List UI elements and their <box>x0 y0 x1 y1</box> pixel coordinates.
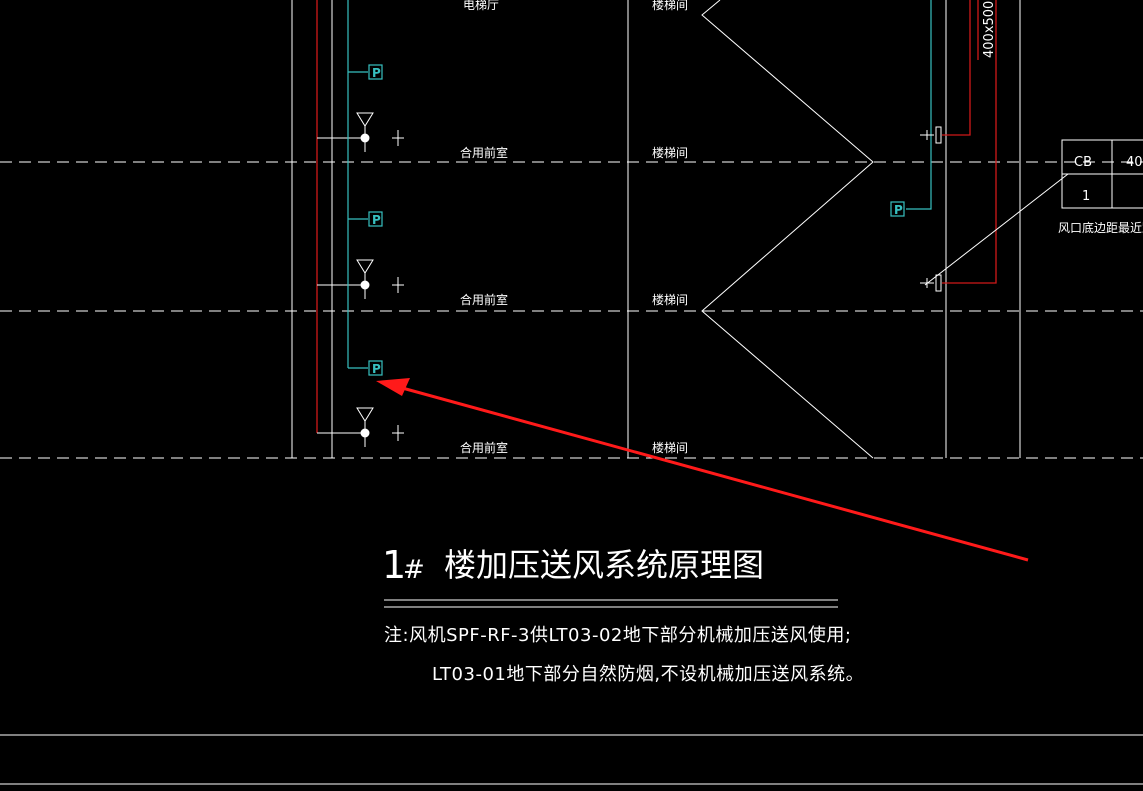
room-label-stairwell: 楼梯间 <box>652 440 688 455</box>
room-label-stairwell: 楼梯间 <box>652 0 688 12</box>
stair-zigzag <box>701 0 874 459</box>
annotation-arrow <box>376 378 1029 562</box>
note-line-1: 注:风机SPF-RF-3供LT03-02地下部分机械加压送风使用; <box>384 625 851 646</box>
air-outlet-icon[interactable] <box>920 274 942 292</box>
title-text: 楼加压送风系统原理图 <box>444 546 764 584</box>
system-diagram-canvas: P P P P 400x500 CB 40 1 风口底边距最近 电梯厅 楼梯间 … <box>0 0 1143 785</box>
room-label-shared-anteroom: 合用前室 <box>460 440 508 455</box>
table-header-left: CB <box>1074 155 1092 170</box>
title-hash: # <box>403 555 425 585</box>
pressure-sensor-icon[interactable]: P <box>368 360 383 376</box>
air-valve-icon[interactable] <box>356 112 404 152</box>
air-valve-icon[interactable] <box>356 407 404 447</box>
svg-text:P: P <box>894 203 903 217</box>
svg-text:P: P <box>372 213 381 227</box>
room-label-shared-anteroom: 合用前室 <box>460 292 508 307</box>
room-label-shared-anteroom: 合用前室 <box>460 145 508 160</box>
pressure-pipes <box>347 0 932 369</box>
room-label-stairwell: 楼梯间 <box>652 292 688 307</box>
floor-lines <box>0 161 1143 459</box>
frame-lines <box>0 734 1143 785</box>
air-valve-icon[interactable] <box>356 259 404 299</box>
room-labels: 电梯厅 楼梯间 合用前室 楼梯间 合用前室 楼梯间 合用前室 楼梯间 <box>460 0 688 455</box>
table-note: 风口底边距最近踏 <box>1058 220 1143 235</box>
air-outlets <box>356 112 404 447</box>
diagram-title: 1 # 楼加压送风系统原理图 <box>382 543 764 587</box>
table-row-left: 1 <box>1082 189 1090 204</box>
branch-lines <box>317 137 365 434</box>
room-label-stairwell: 楼梯间 <box>652 145 688 160</box>
pressure-sensor-icon[interactable]: P <box>368 64 383 80</box>
svg-text:P: P <box>372 66 381 80</box>
svg-text:P: P <box>372 362 381 376</box>
duct-size-label: 400x500 <box>982 1 997 58</box>
pressure-sensors: P P P P <box>368 64 905 376</box>
pressure-sensor-icon[interactable]: P <box>368 211 383 227</box>
note-line-2: LT03-01地下部分自然防烟,不设机械加压送风系统。 <box>432 664 864 685</box>
room-label-elevator-hall: 电梯厅 <box>463 0 499 12</box>
pressure-sensor-icon[interactable]: P <box>890 201 905 217</box>
table-header-right: 40 <box>1126 155 1143 170</box>
